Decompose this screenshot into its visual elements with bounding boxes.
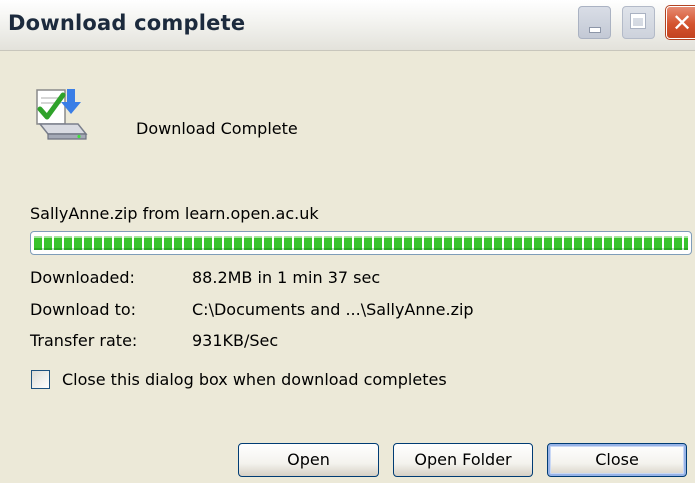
close-button[interactable]: Close bbox=[547, 443, 687, 477]
download-progress-bar bbox=[30, 231, 692, 255]
minimize-icon bbox=[589, 27, 601, 33]
close-on-complete-label[interactable]: Close this dialog box when download comp… bbox=[62, 370, 447, 389]
maximize-icon bbox=[630, 13, 646, 29]
progress-fill bbox=[34, 236, 688, 250]
title-bar[interactable]: Download complete ✕ bbox=[0, 0, 695, 51]
open-folder-button[interactable]: Open Folder bbox=[393, 443, 533, 477]
minimize-button[interactable] bbox=[578, 6, 611, 39]
maximize-button[interactable] bbox=[622, 6, 655, 39]
window-title: Download complete bbox=[8, 11, 246, 35]
downloaded-value: 88.2MB in 1 min 37 sec bbox=[192, 268, 381, 287]
download-complete-icon bbox=[34, 88, 88, 142]
download-source-text: SallyAnne.zip from learn.open.ac.uk bbox=[30, 204, 319, 223]
close-on-complete-checkbox[interactable] bbox=[31, 370, 50, 389]
transfer-rate-value: 931KB/Sec bbox=[192, 331, 279, 350]
open-button[interactable]: Open bbox=[238, 443, 379, 477]
close-window-button[interactable]: ✕ bbox=[665, 5, 695, 40]
downloaded-label: Downloaded: bbox=[30, 268, 135, 287]
download-to-value: C:\Documents and ...\SallyAnne.zip bbox=[192, 300, 474, 319]
close-icon: ✕ bbox=[672, 9, 693, 37]
transfer-rate-label: Transfer rate: bbox=[30, 331, 138, 350]
download-to-label: Download to: bbox=[30, 300, 137, 319]
download-status-heading: Download Complete bbox=[136, 119, 298, 138]
